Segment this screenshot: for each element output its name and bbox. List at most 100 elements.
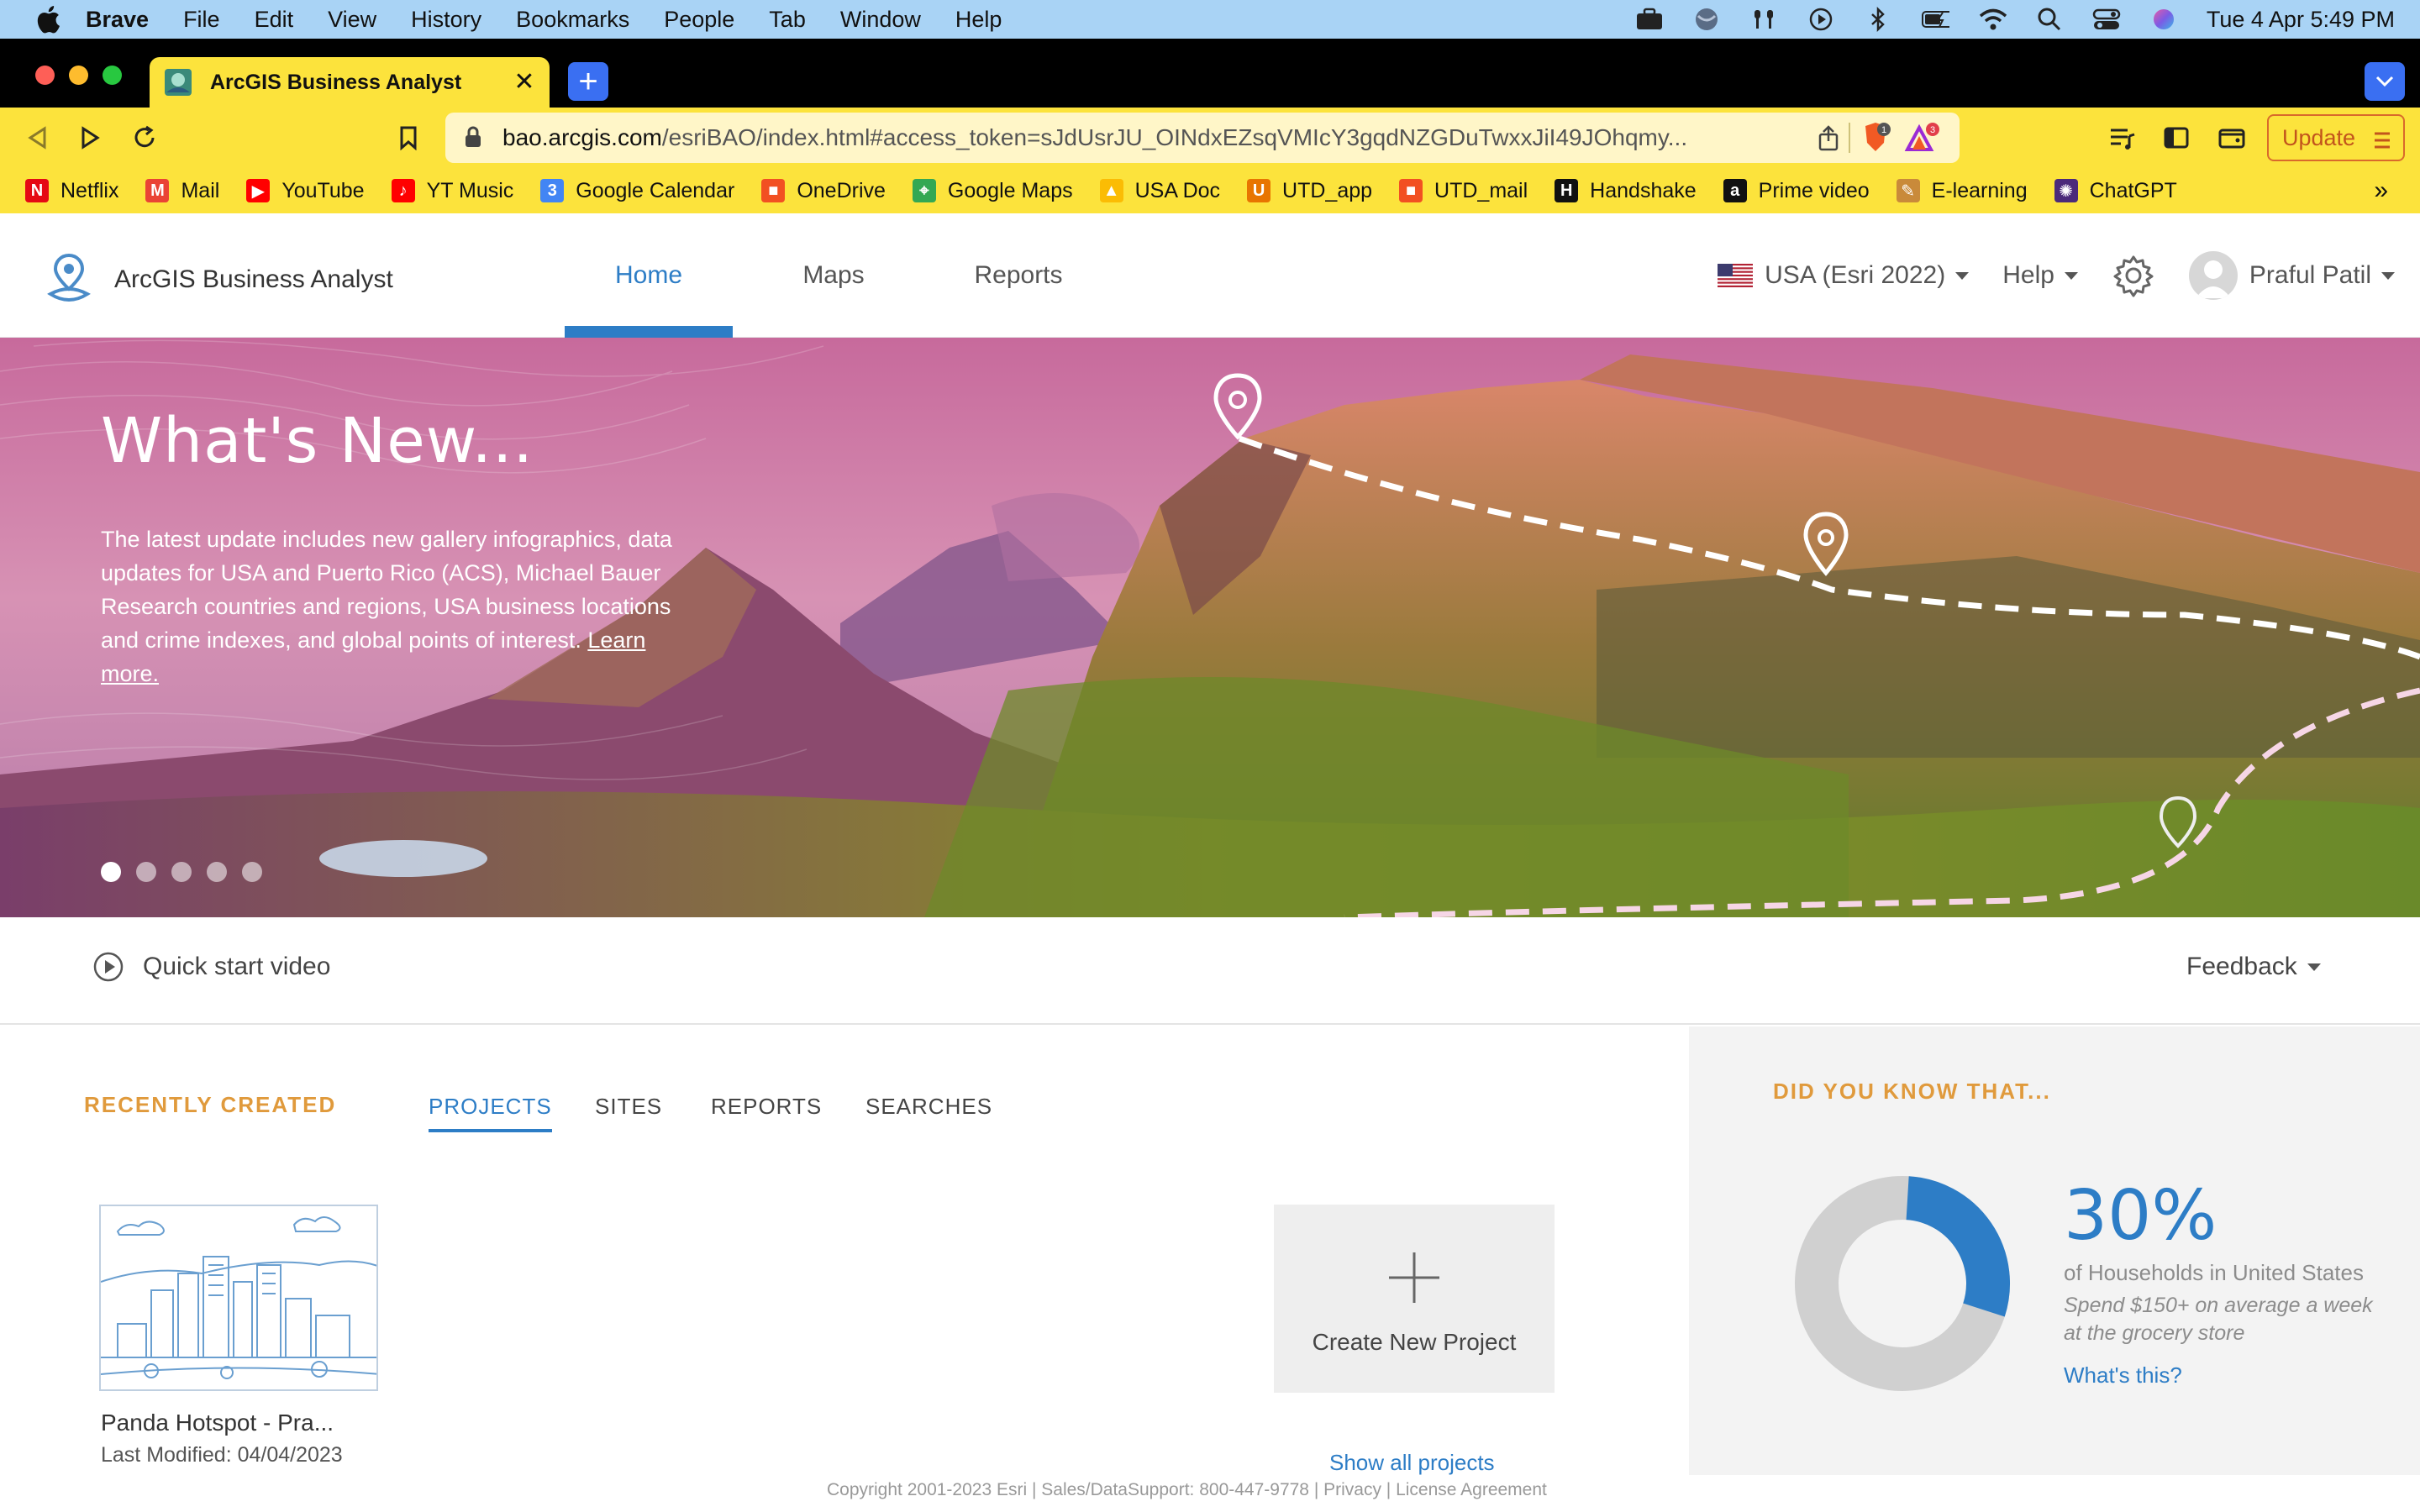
siri-icon[interactable] — [2149, 7, 2178, 32]
bookmark-page-icon[interactable] — [390, 119, 427, 156]
amazon-icon: a — [1723, 179, 1747, 202]
menu-history[interactable]: History — [411, 7, 481, 33]
brave-shield-icon[interactable]: 1 — [1859, 121, 1892, 155]
tab-searches[interactable]: SEARCHES — [865, 1094, 992, 1120]
brave-rewards-icon[interactable]: 3 — [1904, 121, 1941, 155]
back-icon[interactable] — [18, 119, 55, 156]
airpods-icon[interactable] — [1749, 7, 1778, 32]
carousel-dot[interactable] — [207, 862, 227, 882]
menu-window[interactable]: Window — [840, 7, 921, 33]
quick-start-video-link[interactable]: Quick start video — [92, 951, 330, 983]
tab-list-chevron-icon[interactable] — [2365, 62, 2405, 101]
bookmark-chatgpt[interactable]: ✺ ChatGPT — [2054, 179, 2177, 203]
brand[interactable]: ArcGIS Business Analyst — [42, 250, 393, 309]
bookmark-onedrive[interactable]: ■ OneDrive — [761, 179, 886, 203]
tab-projects[interactable]: PROJECTS — [429, 1094, 552, 1132]
help-menu[interactable]: Help — [2002, 261, 2078, 290]
recently-created-section: RECENTLY CREATED PROJECTS SITES REPORTS … — [0, 1026, 1689, 1512]
bookmark-label: YT Music — [426, 178, 514, 202]
browser-tab-active[interactable]: ArcGIS Business Analyst ✕ — [150, 57, 550, 108]
help-label: Help — [2002, 261, 2054, 289]
netflix-icon: N — [25, 179, 49, 202]
reload-icon[interactable] — [126, 119, 163, 156]
menu-app-name[interactable]: Brave — [86, 7, 149, 33]
settings-button[interactable] — [2112, 254, 2155, 297]
create-new-project-button[interactable]: Create New Project — [1274, 1205, 1555, 1393]
city-illustration-icon — [101, 1216, 376, 1379]
stat-percent: 30% — [2064, 1176, 2217, 1256]
whats-this-link[interactable]: What's this? — [2064, 1362, 2182, 1389]
user-menu[interactable]: Praful Patil — [2188, 251, 2395, 300]
tab-reports[interactable]: REPORTS — [711, 1094, 822, 1120]
feedback-menu[interactable]: Feedback — [2186, 953, 2321, 981]
carousel-dot[interactable] — [242, 862, 262, 882]
nav-tab-home[interactable]: Home — [565, 213, 733, 338]
menu-tab[interactable]: Tab — [769, 7, 806, 33]
window-minimize-button[interactable] — [69, 66, 88, 85]
lock-icon[interactable] — [464, 125, 487, 150]
search-icon[interactable] — [2035, 7, 2064, 32]
bookmark-netflix[interactable]: N Netflix — [25, 179, 118, 203]
hero-body: The latest update includes new gallery i… — [101, 522, 689, 690]
rewards-badge-count: 3 — [1930, 125, 1935, 135]
briefcase-icon[interactable] — [1635, 7, 1664, 32]
bookmark-label: Handshake — [1590, 178, 1697, 202]
project-name[interactable]: Panda Hotspot - Pra... — [101, 1410, 334, 1436]
elearning-icon: ✎ — [1896, 179, 1920, 202]
update-browser-button[interactable]: Update — [2267, 114, 2405, 161]
recently-created-heading: RECENTLY CREATED — [84, 1092, 337, 1117]
nav-tab-maps[interactable]: Maps — [750, 213, 918, 338]
playlist-icon[interactable] — [2104, 119, 2141, 156]
vpn-globe-icon[interactable] — [1692, 7, 1721, 32]
carousel-dot[interactable] — [136, 862, 156, 882]
bookmark-youtube[interactable]: ▶ YouTube — [246, 179, 365, 203]
bookmark-google-maps[interactable]: ⌖ Google Maps — [912, 179, 1073, 203]
address-bar[interactable]: bao.arcgis.com/esriBAO/index.html#access… — [445, 113, 1960, 163]
control-center-icon[interactable] — [2092, 7, 2121, 32]
bookmark-usa-doc[interactable]: ▲ USA Doc — [1099, 179, 1220, 203]
bookmark-prime-video[interactable]: a Prime video — [1723, 179, 1870, 203]
menu-clock[interactable]: Tue 4 Apr 5:49 PM — [2207, 7, 2395, 33]
bookmark-yt-music[interactable]: ♪ YT Music — [391, 178, 514, 203]
menu-help[interactable]: Help — [955, 7, 1002, 33]
play-icon[interactable] — [1807, 7, 1835, 32]
bookmark-utd-mail[interactable]: ■ UTD_mail — [1399, 179, 1528, 203]
battery-icon[interactable] — [1921, 7, 1949, 32]
window-close-button[interactable] — [35, 66, 55, 85]
bookmark-utd-app[interactable]: U UTD_app — [1247, 179, 1372, 203]
show-all-projects-link[interactable]: Show all projects — [1329, 1450, 1495, 1476]
bookmark-handshake[interactable]: H Handshake — [1555, 178, 1697, 203]
bookmark-e-learning[interactable]: ✎ E-learning — [1896, 179, 2028, 203]
bookmark-google-calendar[interactable]: 3 Google Calendar — [540, 179, 734, 203]
project-thumbnail[interactable] — [99, 1205, 378, 1391]
url-path: /esriBAO/index.html#access_token=sJdUsrJ… — [661, 124, 1688, 150]
menu-view[interactable]: View — [328, 7, 376, 33]
wallet-icon[interactable] — [2213, 119, 2250, 156]
nav-tab-reports[interactable]: Reports — [934, 213, 1102, 338]
menu-file[interactable]: File — [183, 7, 220, 33]
share-icon[interactable] — [1815, 124, 1842, 151]
menu-edit[interactable]: Edit — [255, 7, 294, 33]
carousel-dot[interactable] — [101, 862, 121, 882]
region-selector[interactable]: USA (Esri 2022) — [1718, 261, 1970, 290]
onedrive-icon: ■ — [761, 179, 786, 202]
bluetooth-icon[interactable] — [1864, 7, 1892, 32]
new-tab-button[interactable]: + — [568, 62, 608, 101]
url-text[interactable]: bao.arcgis.com/esriBAO/index.html#access… — [502, 124, 1763, 151]
bookmark-mail[interactable]: M Mail — [145, 179, 219, 203]
utd-mail-icon: ■ — [1399, 179, 1423, 202]
apple-icon[interactable] — [30, 2, 66, 37]
carousel-dot[interactable] — [171, 862, 192, 882]
close-tab-icon[interactable]: ✕ — [511, 68, 538, 96]
menu-people[interactable]: People — [664, 7, 734, 33]
more-bookmarks-chevron-icon[interactable]: » — [2374, 176, 2388, 205]
sidebar-toggle-icon[interactable] — [2158, 119, 2195, 156]
business-analyst-logo-icon — [42, 250, 96, 309]
stat-subject: of Households in United States — [2064, 1260, 2364, 1285]
wifi-icon[interactable] — [1978, 7, 2007, 32]
forward-icon[interactable] — [72, 119, 109, 156]
tab-sites[interactable]: SITES — [595, 1094, 662, 1120]
bookmark-label: Netflix — [60, 178, 119, 202]
window-zoom-button[interactable] — [103, 66, 122, 85]
menu-bookmarks[interactable]: Bookmarks — [516, 7, 629, 33]
